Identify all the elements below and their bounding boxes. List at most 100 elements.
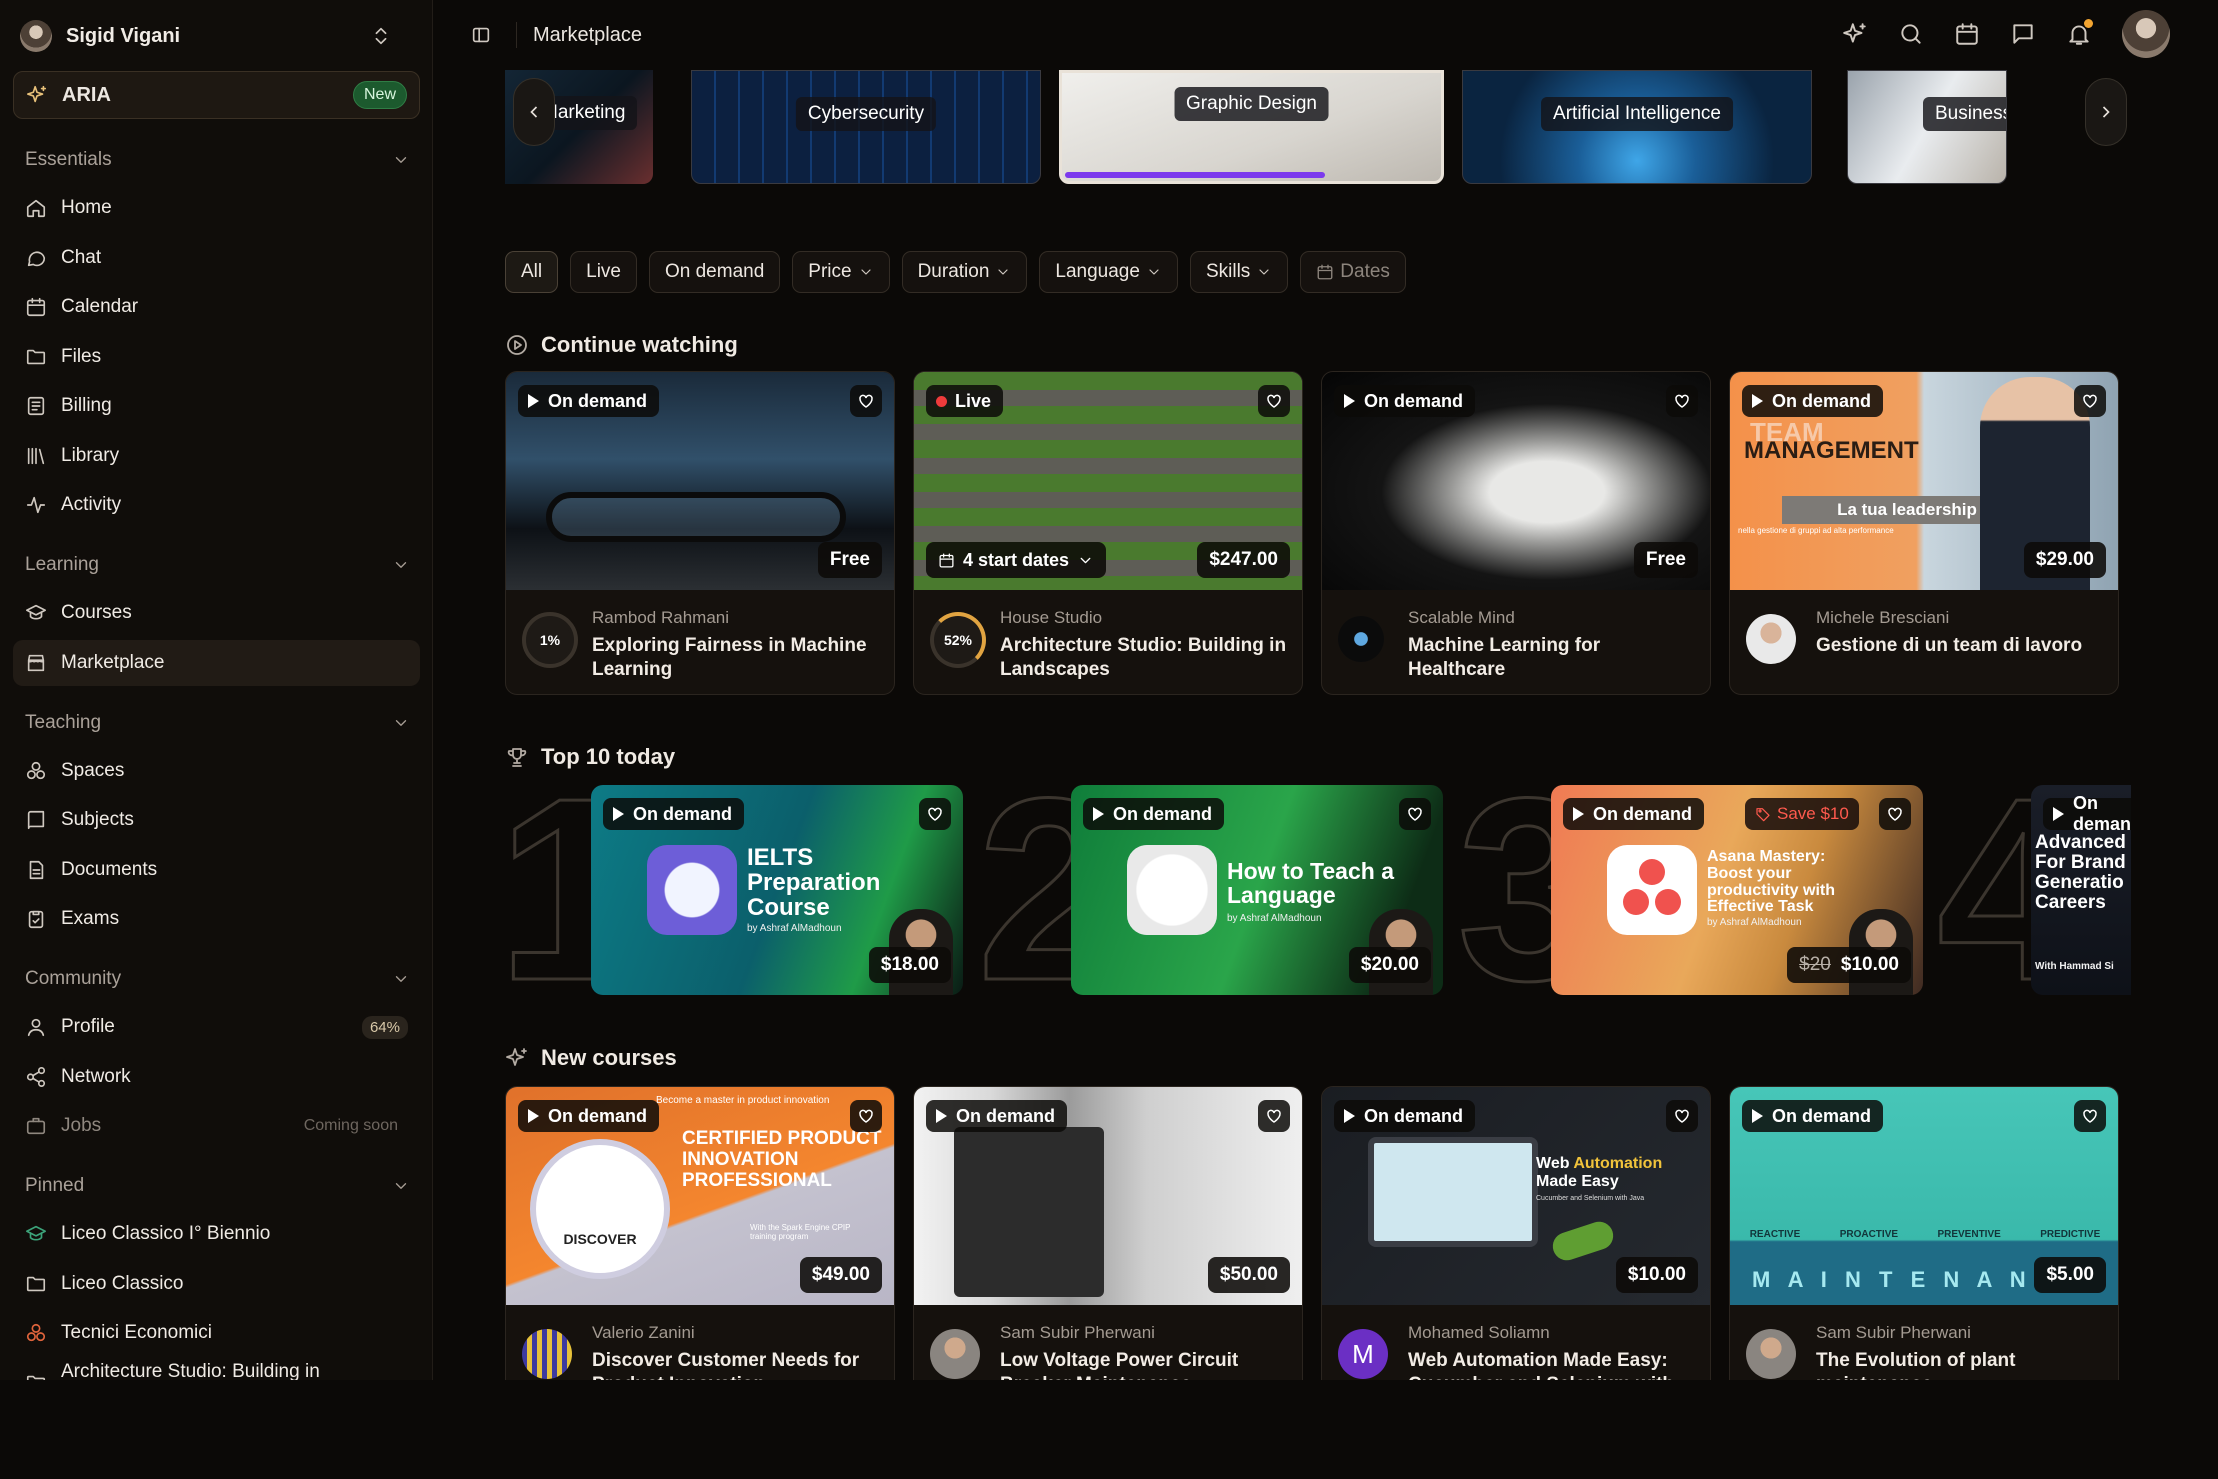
favorite-button[interactable] bbox=[2074, 1100, 2106, 1132]
filter-all[interactable]: All bbox=[505, 251, 559, 293]
filter-on-demand[interactable]: On demand bbox=[648, 251, 781, 293]
course-card[interactable]: Become a master in product innovation CE… bbox=[505, 1086, 895, 1380]
course-card[interactable]: On demand $50.00 Sam Subir Pherwani Low … bbox=[913, 1086, 1303, 1380]
sparkle-icon[interactable] bbox=[1842, 21, 1868, 47]
favorite-button[interactable] bbox=[919, 798, 951, 830]
course-author: Sam Subir Pherwani bbox=[1816, 1323, 1971, 1342]
sidebar-item-library[interactable]: Library bbox=[13, 433, 420, 479]
filter-dates[interactable]: Dates bbox=[1300, 251, 1406, 293]
category-card-ai[interactable]: Artificial Intelligence bbox=[1462, 70, 1812, 184]
sidebar-item-home[interactable]: Home bbox=[13, 185, 420, 231]
section-learning[interactable]: Learning bbox=[25, 549, 410, 581]
course-card[interactable]: On demand Free 1% Rambod Rahmani Explori… bbox=[505, 371, 895, 695]
cover-word: M A I N T E N A N bbox=[1752, 1267, 2032, 1292]
sidebar-item-pinned-liceo-classico[interactable]: Liceo Classico bbox=[13, 1261, 420, 1307]
aria-button[interactable]: ARIA New bbox=[13, 71, 420, 119]
sidebar-item-pinned-liceo-biennio[interactable]: Liceo Classico I° Biennio bbox=[13, 1211, 420, 1257]
top10-card[interactable]: IELTS Preparation Course by Ashraf AlMad… bbox=[591, 785, 963, 995]
sidebar-item-exams[interactable]: Exams bbox=[13, 896, 420, 942]
cover-subtitle: Cucumber and Selenium with Java bbox=[1536, 1195, 1645, 1202]
favorite-button[interactable] bbox=[1258, 385, 1290, 417]
sidebar-item-documents[interactable]: Documents bbox=[13, 847, 420, 893]
user-switcher[interactable]: Sigid Vigani bbox=[20, 16, 400, 56]
cover-stage-labels: REACTIVE PROACTIVE PREVENTIVE PREDICTIVE bbox=[1749, 1229, 2101, 1240]
graduation-cap-icon bbox=[25, 602, 47, 624]
favorite-button[interactable] bbox=[1879, 798, 1911, 830]
section-community[interactable]: Community bbox=[25, 963, 410, 995]
sidebar-item-billing[interactable]: Billing bbox=[13, 383, 420, 429]
chevron-down-icon bbox=[392, 714, 410, 732]
sidebar-item-courses[interactable]: Courses bbox=[13, 590, 420, 636]
section-pinned[interactable]: Pinned bbox=[25, 1170, 410, 1202]
message-icon[interactable] bbox=[2010, 21, 2036, 47]
start-dates-dropdown[interactable]: 4 start dates bbox=[926, 542, 1107, 578]
on-demand-badge: On demand bbox=[518, 385, 660, 417]
course-card[interactable]: Web Automation Made Easy Cucumber and Sel… bbox=[1321, 1086, 1711, 1380]
favorite-button[interactable] bbox=[1666, 385, 1698, 417]
sidebar-item-label: Architecture Studio: Building in Landsca… bbox=[61, 1361, 320, 1380]
author-avatar bbox=[1746, 1329, 1796, 1379]
sidebar-item-chat[interactable]: Chat bbox=[13, 235, 420, 281]
sidebar: Sigid Vigani ARIA New Essentials Home Ch… bbox=[0, 0, 433, 1380]
top10-row: 1 IELTS Preparation Course by Ashraf AlM… bbox=[496, 759, 2131, 1022]
favorite-button[interactable] bbox=[850, 1100, 882, 1132]
carousel-next-button[interactable] bbox=[2085, 78, 2127, 146]
favorite-button[interactable] bbox=[850, 385, 882, 417]
favorite-button[interactable] bbox=[1666, 1100, 1698, 1132]
calendar-icon[interactable] bbox=[1954, 21, 1980, 47]
filter-duration-dropdown[interactable]: Duration bbox=[901, 251, 1028, 293]
course-card[interactable]: TEAM MANAGEMENT La tua leadership nella … bbox=[1729, 371, 2119, 695]
section-teaching[interactable]: Teaching bbox=[25, 707, 410, 739]
course-thumbnail: Become a master in product innovation CE… bbox=[506, 1087, 894, 1305]
top10-card[interactable]: Asana Mastery: Boost your productivity w… bbox=[1551, 785, 1923, 995]
course-card[interactable]: REACTIVE PROACTIVE PREVENTIVE PREDICTIVE M … bbox=[1729, 1086, 2119, 1380]
sidebar-item-calendar[interactable]: Calendar bbox=[13, 284, 420, 330]
cover-text: MANAGEMENT bbox=[1744, 437, 1919, 464]
filter-live[interactable]: Live bbox=[570, 251, 637, 293]
sidebar-item-pinned-tecnici[interactable]: Tecnici Economici bbox=[13, 1310, 420, 1356]
filter-price-dropdown[interactable]: Price bbox=[792, 251, 890, 293]
folder-icon bbox=[25, 1372, 47, 1380]
sidebar-item-pinned-architecture[interactable]: Architecture Studio: Building in Landsca… bbox=[13, 1360, 420, 1380]
category-card-graphic-design[interactable]: Graphic Design bbox=[1059, 70, 1444, 184]
filter-skills-dropdown[interactable]: Skills bbox=[1189, 251, 1289, 293]
course-author: Mohamed Soliamn bbox=[1408, 1323, 1550, 1342]
price-tag: $49.00 bbox=[799, 1257, 882, 1293]
section-continue-watching: Continue watching bbox=[505, 332, 738, 358]
search-icon[interactable] bbox=[1898, 21, 1924, 47]
sidebar-toggle-icon[interactable] bbox=[470, 24, 492, 46]
chevron-down-icon bbox=[392, 1177, 410, 1195]
cover-subtitle: by Ashraf AlMadhoun bbox=[747, 923, 842, 934]
section-title: Teaching bbox=[25, 712, 102, 733]
favorite-button[interactable] bbox=[1258, 1100, 1290, 1132]
profile-avatar[interactable] bbox=[2122, 10, 2170, 58]
top10-card[interactable]: How to Teach a Language by Ashraf AlMadh… bbox=[1071, 785, 1443, 995]
category-card-cybersecurity[interactable]: Cybersecurity bbox=[691, 70, 1041, 184]
on-demand-badge: On demand bbox=[1083, 798, 1225, 830]
sidebar-item-subjects[interactable]: Subjects bbox=[13, 797, 420, 843]
calendar-icon bbox=[25, 296, 47, 318]
sidebar-item-activity[interactable]: Activity bbox=[13, 482, 420, 528]
sidebar-item-label: Exams bbox=[61, 908, 120, 929]
store-icon bbox=[25, 652, 47, 674]
sidebar-item-marketplace[interactable]: Marketplace bbox=[13, 640, 420, 686]
sidebar-item-spaces[interactable]: Spaces bbox=[13, 748, 420, 794]
course-card[interactable]: On demand Free Scalable Mind Machine Lea… bbox=[1321, 371, 1711, 695]
bell-icon[interactable] bbox=[2066, 19, 2093, 47]
current-price: $10.00 bbox=[1840, 954, 1899, 975]
top10-card[interactable]: Advanced For Brand Generatio Careers Wit… bbox=[2031, 785, 2131, 995]
sidebar-item-label: Calendar bbox=[61, 296, 139, 317]
sidebar-item-profile[interactable]: Profile 64% bbox=[13, 1004, 420, 1050]
favorite-button[interactable] bbox=[1399, 798, 1431, 830]
category-card-business[interactable]: Business bbox=[1847, 70, 2007, 184]
discover-badge: DISCOVER bbox=[530, 1139, 670, 1279]
filter-language-dropdown[interactable]: Language bbox=[1039, 251, 1178, 293]
filter-bar: All Live On demand Price Duration Langua… bbox=[505, 251, 1406, 293]
sidebar-item-label: Tecnici Economici bbox=[61, 1322, 212, 1343]
section-essentials[interactable]: Essentials bbox=[25, 144, 410, 176]
favorite-button[interactable] bbox=[2074, 385, 2106, 417]
course-card[interactable]: Live 4 start dates $247.00 52% House Stu… bbox=[913, 371, 1303, 695]
sidebar-item-files[interactable]: Files bbox=[13, 334, 420, 380]
sidebar-item-network[interactable]: Network bbox=[13, 1054, 420, 1100]
carousel-prev-button[interactable] bbox=[513, 78, 555, 146]
